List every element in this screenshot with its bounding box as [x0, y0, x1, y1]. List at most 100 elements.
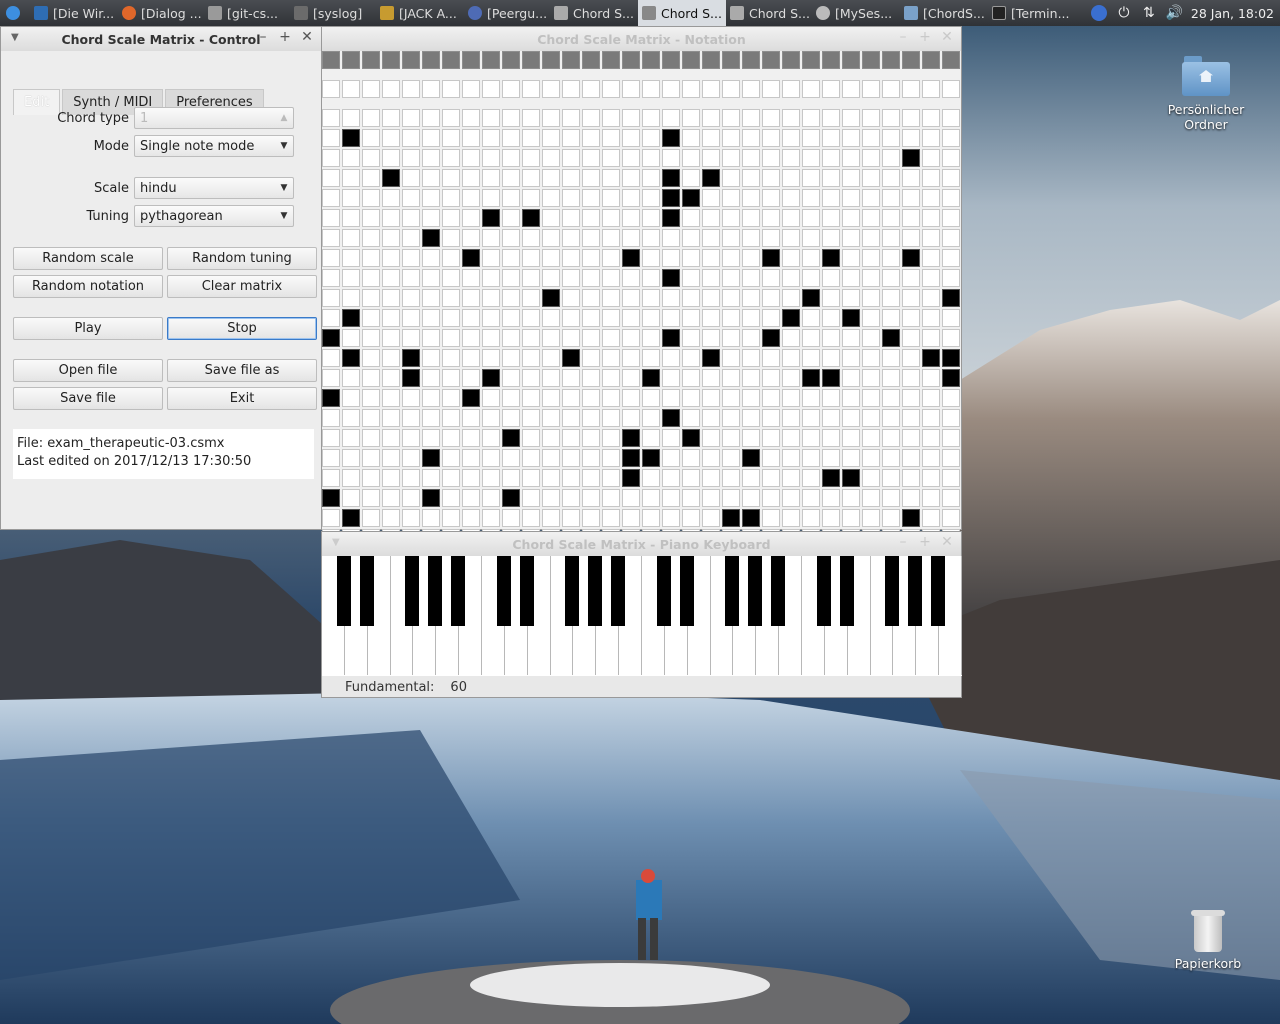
matrix-cell[interactable] — [622, 289, 640, 307]
matrix-cell[interactable] — [782, 489, 800, 507]
matrix-cell[interactable] — [862, 369, 880, 387]
matrix-cell[interactable] — [642, 149, 660, 167]
matrix-cell[interactable] — [622, 189, 640, 207]
matrix-cell[interactable] — [862, 509, 880, 527]
matrix-cell[interactable] — [342, 80, 360, 98]
matrix-header-cell[interactable] — [402, 51, 420, 69]
matrix-cell[interactable] — [382, 329, 400, 347]
matrix-cell[interactable] — [522, 309, 540, 327]
matrix-cell-active[interactable] — [422, 229, 440, 247]
matrix-cell[interactable] — [662, 489, 680, 507]
matrix-cell[interactable] — [502, 249, 520, 267]
matrix-cell[interactable] — [482, 269, 500, 287]
matrix-cell[interactable] — [742, 289, 760, 307]
matrix-cell[interactable] — [522, 289, 540, 307]
matrix-cell[interactable] — [442, 269, 460, 287]
matrix-cell[interactable] — [582, 449, 600, 467]
matrix-cell[interactable] — [622, 369, 640, 387]
matrix-cell[interactable] — [822, 429, 840, 447]
black-key[interactable] — [839, 556, 854, 626]
matrix-cell[interactable] — [702, 309, 720, 327]
matrix-cell[interactable] — [322, 429, 340, 447]
matrix-cell[interactable] — [942, 309, 960, 327]
matrix-cell[interactable] — [442, 389, 460, 407]
matrix-cell[interactable] — [542, 149, 560, 167]
matrix-cell[interactable] — [942, 249, 960, 267]
matrix-cell[interactable] — [442, 149, 460, 167]
matrix-cell-active[interactable] — [382, 169, 400, 187]
matrix-cell-active[interactable] — [762, 249, 780, 267]
matrix-cell[interactable] — [622, 129, 640, 147]
matrix-cell[interactable] — [782, 80, 800, 98]
matrix-cell[interactable] — [582, 489, 600, 507]
matrix-cell-active[interactable] — [822, 469, 840, 487]
matrix-cell[interactable] — [902, 309, 920, 327]
matrix-cell[interactable] — [822, 109, 840, 127]
matrix-cell[interactable] — [542, 229, 560, 247]
matrix-cell[interactable] — [322, 80, 340, 98]
matrix-cell[interactable] — [482, 309, 500, 327]
matrix-cell[interactable] — [342, 389, 360, 407]
matrix-cell[interactable] — [362, 409, 380, 427]
matrix-cell-active[interactable] — [342, 309, 360, 327]
matrix-cell[interactable] — [442, 209, 460, 227]
matrix-cell[interactable] — [722, 449, 740, 467]
matrix-cell[interactable] — [422, 469, 440, 487]
matrix-cell[interactable] — [742, 249, 760, 267]
task-item-jack[interactable]: [JACK A... — [376, 0, 464, 26]
matrix-cell[interactable] — [322, 109, 340, 127]
matrix-cell[interactable] — [682, 389, 700, 407]
matrix-cell[interactable] — [542, 209, 560, 227]
matrix-cell[interactable] — [682, 269, 700, 287]
matrix-cell[interactable] — [362, 289, 380, 307]
matrix-cell[interactable] — [462, 369, 480, 387]
matrix-cell[interactable] — [942, 109, 960, 127]
matrix-cell[interactable] — [942, 80, 960, 98]
matrix-cell-active[interactable] — [942, 369, 960, 387]
matrix-cell[interactable] — [542, 369, 560, 387]
matrix-cell[interactable] — [822, 289, 840, 307]
task-item-chord-scale-3[interactable]: Chord S... — [726, 0, 812, 26]
matrix-cell[interactable] — [682, 309, 700, 327]
matrix-cell[interactable] — [322, 189, 340, 207]
matrix-cell[interactable] — [942, 169, 960, 187]
matrix-cell[interactable] — [842, 189, 860, 207]
matrix-cell[interactable] — [462, 509, 480, 527]
matrix-cell[interactable] — [502, 169, 520, 187]
black-key[interactable] — [611, 556, 626, 626]
matrix-cell[interactable] — [842, 249, 860, 267]
matrix-cell[interactable] — [782, 429, 800, 447]
matrix-cell[interactable] — [522, 269, 540, 287]
matrix-cell[interactable] — [762, 389, 780, 407]
matrix-cell[interactable] — [342, 109, 360, 127]
matrix-cell[interactable] — [522, 80, 540, 98]
matrix-cell[interactable] — [682, 409, 700, 427]
matrix-header-cell[interactable] — [422, 51, 440, 69]
matrix-cell[interactable] — [442, 449, 460, 467]
matrix-cell[interactable] — [842, 389, 860, 407]
matrix-cell[interactable] — [662, 289, 680, 307]
matrix-cell[interactable] — [742, 129, 760, 147]
matrix-cell[interactable] — [762, 309, 780, 327]
clock[interactable]: 28 Jan, 18:02 — [1191, 6, 1274, 21]
matrix-cell[interactable] — [682, 449, 700, 467]
matrix-cell[interactable] — [322, 349, 340, 367]
matrix-cell[interactable] — [662, 309, 680, 327]
matrix-cell-active[interactable] — [502, 489, 520, 507]
matrix-cell[interactable] — [882, 469, 900, 487]
matrix-cell[interactable] — [562, 209, 580, 227]
matrix-cell[interactable] — [922, 409, 940, 427]
matrix-cell[interactable] — [422, 509, 440, 527]
matrix-cell[interactable] — [422, 289, 440, 307]
matrix-cell[interactable] — [622, 169, 640, 187]
matrix-cell[interactable] — [542, 129, 560, 147]
matrix-cell[interactable] — [462, 129, 480, 147]
matrix-cell[interactable] — [742, 369, 760, 387]
matrix-cell[interactable] — [562, 489, 580, 507]
matrix-cell[interactable] — [702, 389, 720, 407]
matrix-cell[interactable] — [802, 429, 820, 447]
matrix-cell[interactable] — [382, 269, 400, 287]
matrix-cell[interactable] — [802, 389, 820, 407]
matrix-cell[interactable] — [922, 389, 940, 407]
matrix-cell[interactable] — [942, 209, 960, 227]
